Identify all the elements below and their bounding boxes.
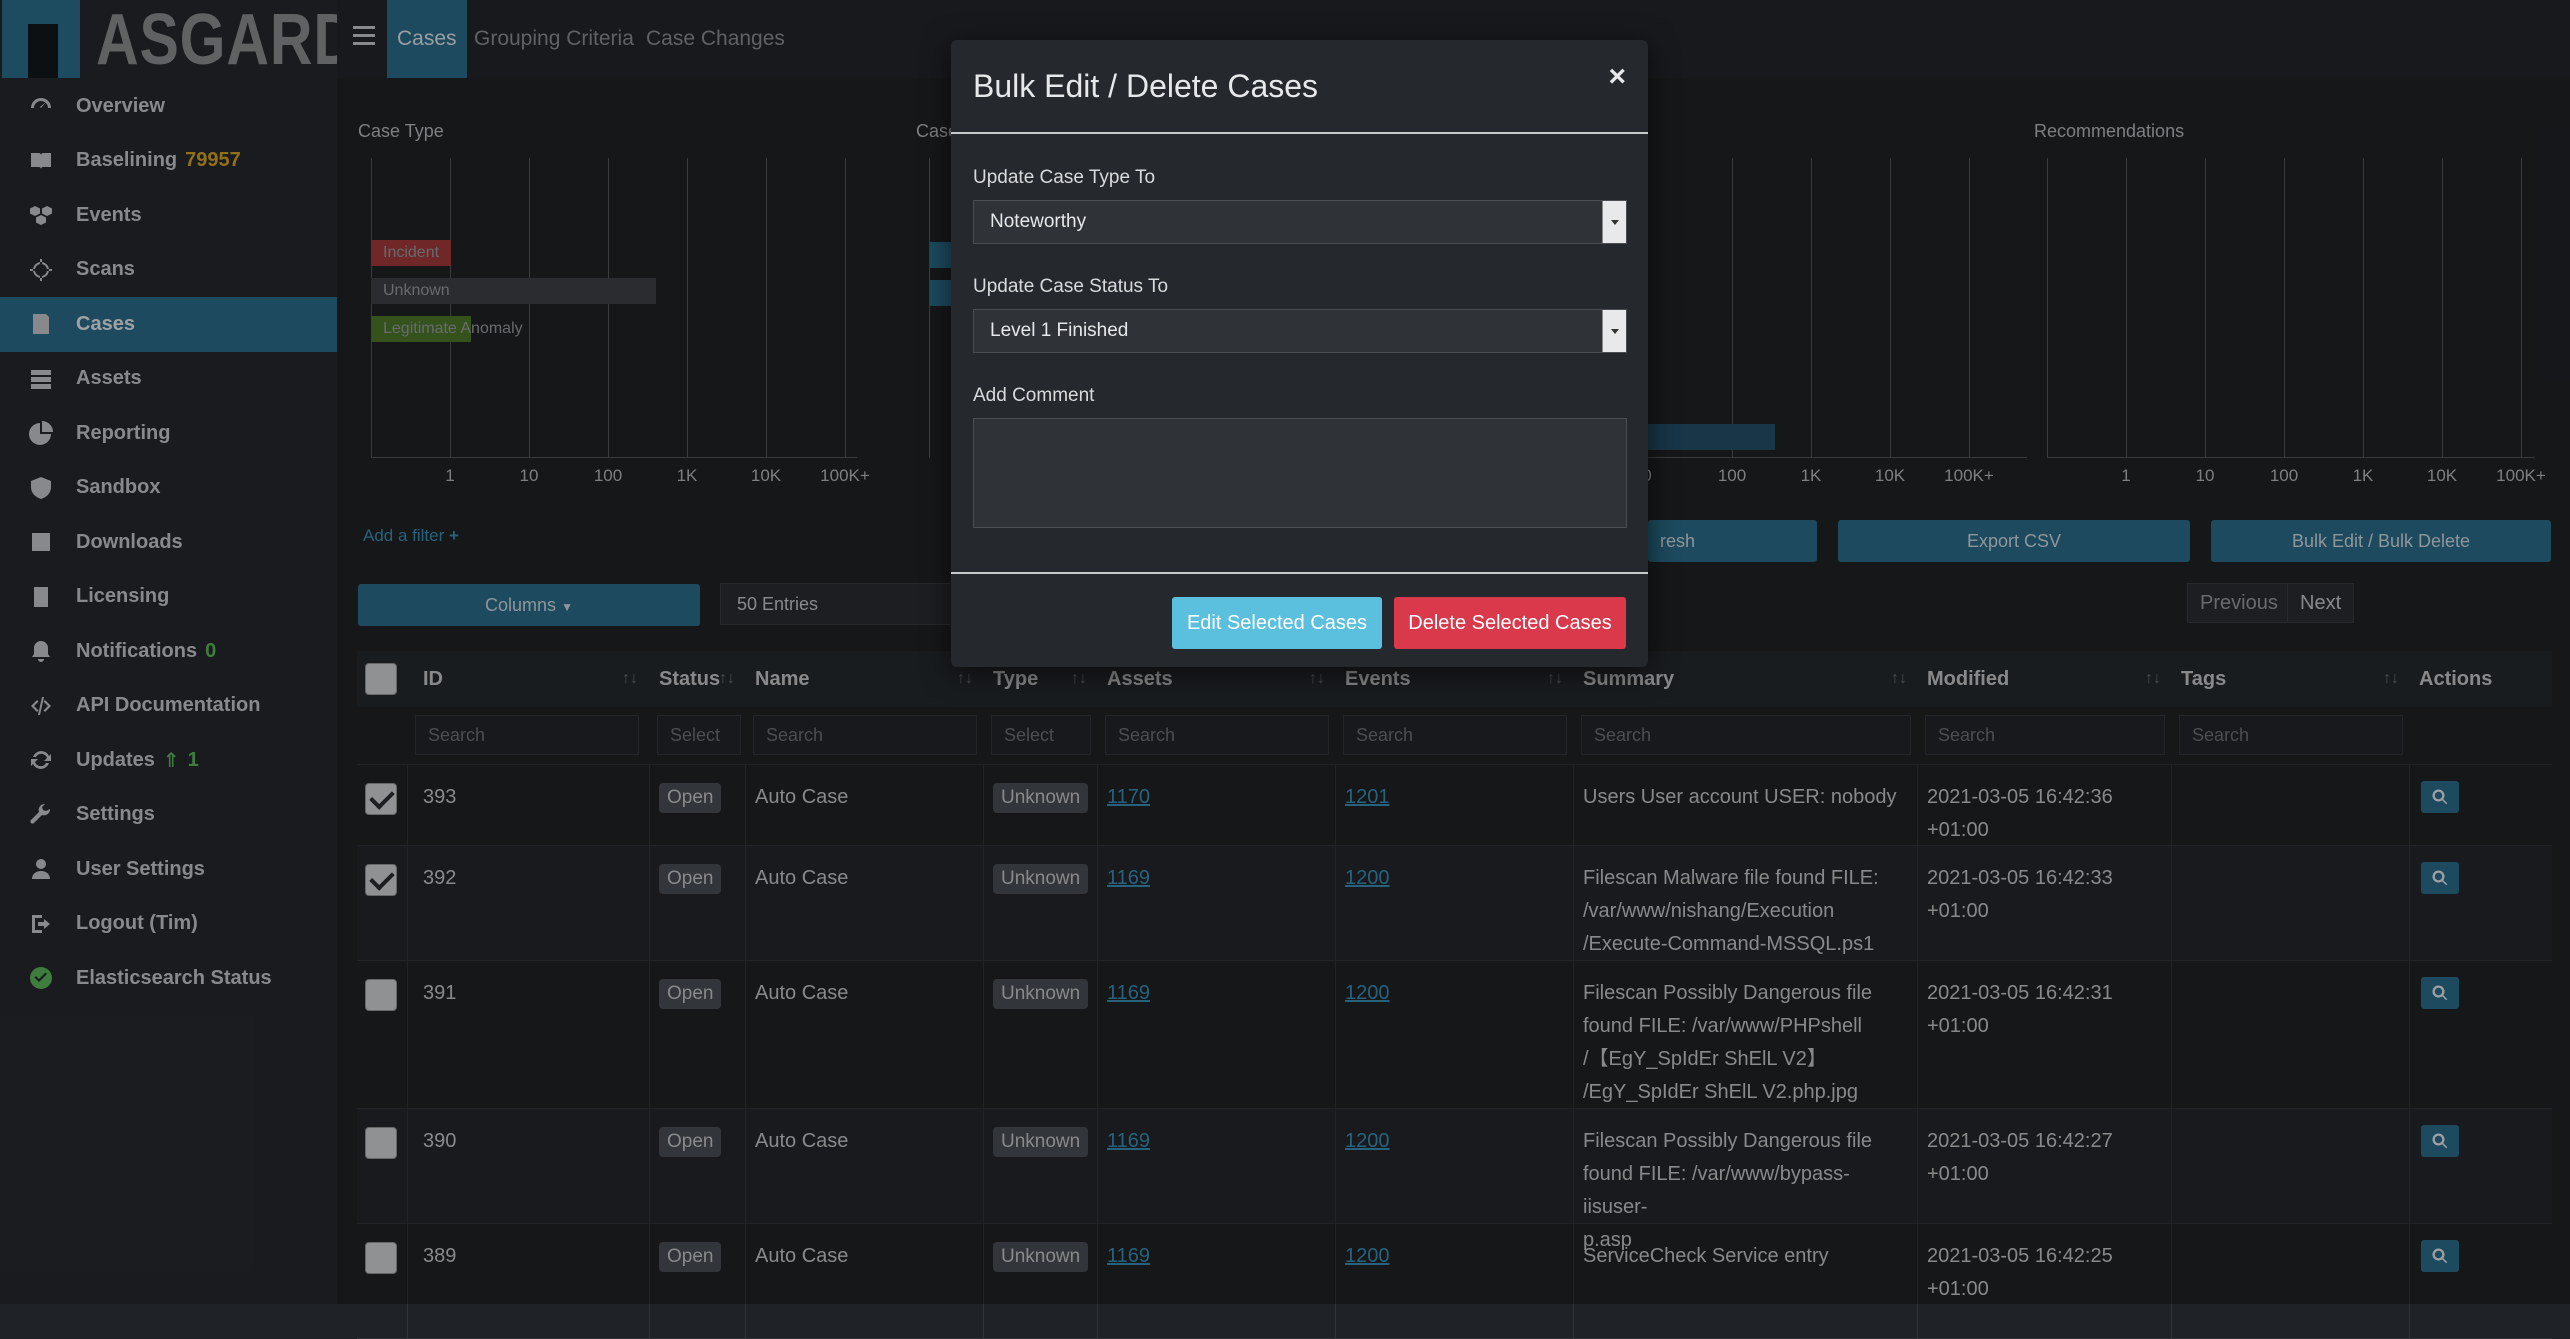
modal-title: Bulk Edit / Delete Cases (973, 68, 1319, 104)
delete-selected-cases-button[interactable]: Delete Selected Cases (1394, 597, 1626, 649)
close-icon[interactable]: × (1608, 60, 1626, 94)
modal-footer-divider (951, 572, 1648, 574)
comment-label: Add Comment (973, 385, 1095, 406)
comment-textarea[interactable] (973, 418, 1627, 528)
case-status-select[interactable]: Level 1 Finished (973, 309, 1627, 353)
case-type-value: Noteworthy (990, 211, 1087, 232)
edit-selected-cases-button[interactable]: Edit Selected Cases (1172, 597, 1382, 649)
dropdown-caret-icon (1602, 310, 1626, 352)
case-status-value: Level 1 Finished (990, 320, 1129, 341)
dropdown-caret-icon (1602, 201, 1626, 243)
bulk-edit-modal: Bulk Edit / Delete Cases × Update Case T… (951, 40, 1648, 667)
case-type-label: Update Case Type To (973, 167, 1156, 188)
case-type-select[interactable]: Noteworthy (973, 200, 1627, 244)
case-status-label: Update Case Status To (973, 276, 1169, 297)
modal-header: Bulk Edit / Delete Cases × (951, 40, 1648, 134)
